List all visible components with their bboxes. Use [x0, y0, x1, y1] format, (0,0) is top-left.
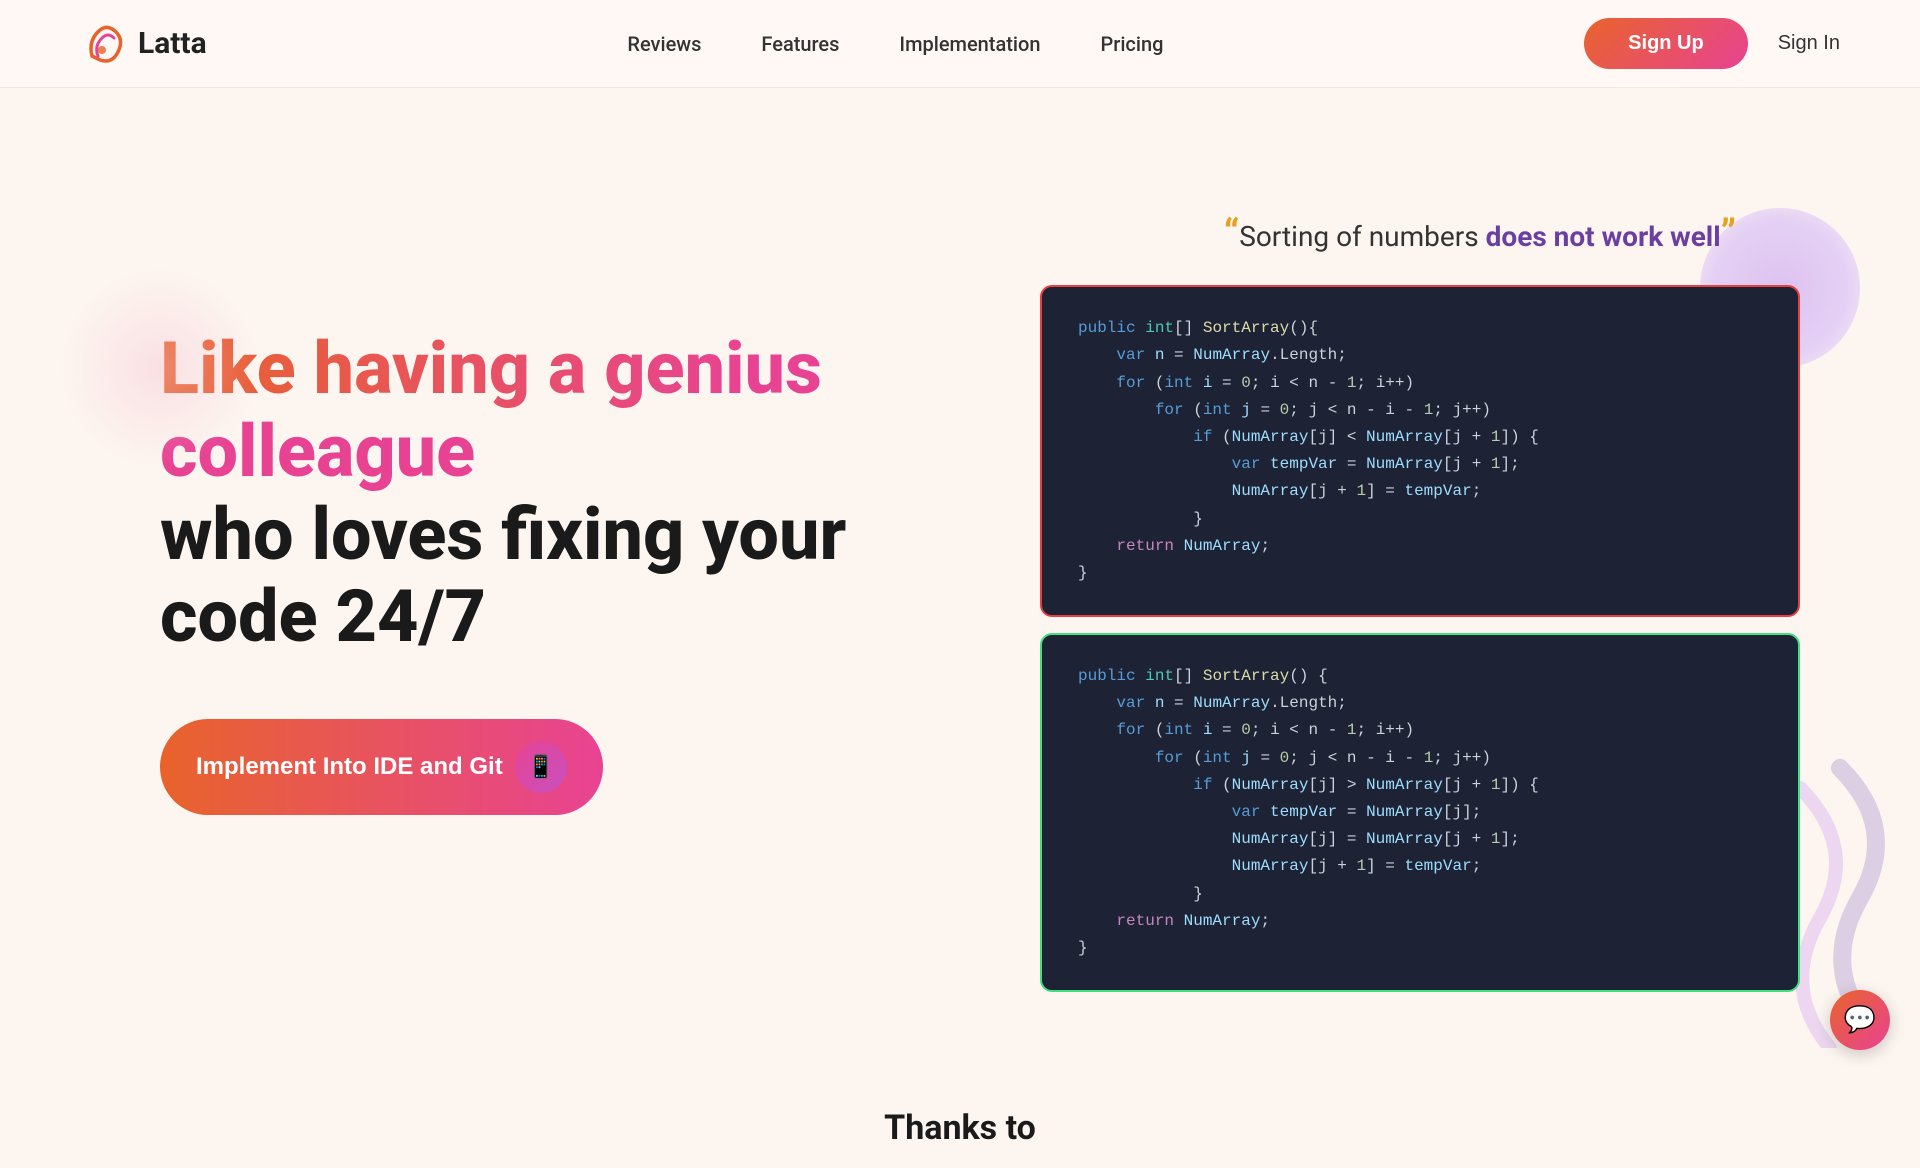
nav-actions: Sign Up Sign In — [1584, 18, 1840, 69]
quote-text: “Sorting of numbers does not work well” — [1100, 208, 1860, 261]
code-line: NumArray[j] = NumArray[j + 1]; — [1078, 826, 1762, 853]
signin-button[interactable]: Sign In — [1778, 32, 1840, 55]
code-line: var tempVar = NumArray[j + 1]; — [1078, 451, 1762, 478]
code-line: for (int i = 0; i < n - 1; i++) — [1078, 717, 1762, 744]
code-line: var tempVar = NumArray[j]; — [1078, 799, 1762, 826]
code-line: return NumArray; — [1078, 533, 1762, 560]
code-card-fixed: public int[] SortArray() { var n = NumAr… — [1040, 633, 1800, 992]
code-line: } — [1078, 506, 1762, 533]
chat-bubble[interactable]: 💬 — [1830, 990, 1890, 1050]
hero-title: Like having a genius colleague who loves… — [160, 328, 880, 659]
nav-features[interactable]: Features — [761, 32, 839, 56]
implement-button-label: Implement Into IDE and Git — [196, 753, 503, 781]
phone-icon: 📱 — [515, 741, 567, 793]
thanks-section: Thanks to — [0, 1068, 1920, 1168]
nav-links: Reviews Features Implementation Pricing — [627, 32, 1163, 56]
quote-highlight: does not work well — [1486, 220, 1721, 253]
logo-area[interactable]: Latta — [80, 20, 207, 68]
quote-close: ” — [1721, 212, 1736, 256]
thanks-heading: Thanks to — [0, 1108, 1920, 1148]
hero-section: Like having a genius colleague who loves… — [0, 88, 1920, 1068]
brand-name: Latta — [138, 26, 207, 61]
code-line: for (int j = 0; j < n - i - 1; j++) — [1078, 745, 1762, 772]
hero-title-dark: who loves fixing your code 24/7 — [160, 492, 846, 660]
code-line: for (int i = 0; i < n - 1; i++) — [1078, 370, 1762, 397]
chat-icon: 💬 — [1844, 1005, 1876, 1035]
code-line: var n = NumArray.Length; — [1078, 342, 1762, 369]
nav-reviews[interactable]: Reviews — [627, 32, 701, 56]
bg-decoration-circle — [60, 268, 260, 468]
quote-before: Sorting of numbers — [1239, 220, 1485, 253]
latta-logo-icon — [80, 20, 128, 68]
hero-right: “Sorting of numbers does not work well” … — [1040, 168, 1800, 1008]
code-line: public int[] SortArray(){ — [1078, 315, 1762, 342]
implement-button[interactable]: Implement Into IDE and Git 📱 — [160, 719, 603, 815]
hero-left: Like having a genius colleague who loves… — [160, 168, 880, 815]
code-line: NumArray[j + 1] = tempVar; — [1078, 478, 1762, 505]
code-line: return NumArray; — [1078, 908, 1762, 935]
code-line: var n = NumArray.Length; — [1078, 690, 1762, 717]
code-line: } — [1078, 560, 1762, 587]
navbar: Latta Reviews Features Implementation Pr… — [0, 0, 1920, 88]
code-line: if (NumArray[j] < NumArray[j + 1]) { — [1078, 424, 1762, 451]
hero-title-gradient: Like having a genius colleague — [160, 326, 822, 494]
nav-implementation[interactable]: Implementation — [899, 32, 1040, 56]
code-line: if (NumArray[j] > NumArray[j + 1]) { — [1078, 772, 1762, 799]
nav-pricing[interactable]: Pricing — [1101, 32, 1164, 56]
code-line: } — [1078, 935, 1762, 962]
code-line: } — [1078, 881, 1762, 908]
code-cards: public int[] SortArray(){ var n = NumArr… — [1040, 285, 1800, 992]
code-line: NumArray[j + 1] = tempVar; — [1078, 853, 1762, 880]
signup-button[interactable]: Sign Up — [1584, 18, 1748, 69]
code-line: for (int j = 0; j < n - i - 1; j++) — [1078, 397, 1762, 424]
quote-open: “ — [1224, 212, 1239, 256]
code-card-original: public int[] SortArray(){ var n = NumArr… — [1040, 285, 1800, 617]
code-line: public int[] SortArray() { — [1078, 663, 1762, 690]
